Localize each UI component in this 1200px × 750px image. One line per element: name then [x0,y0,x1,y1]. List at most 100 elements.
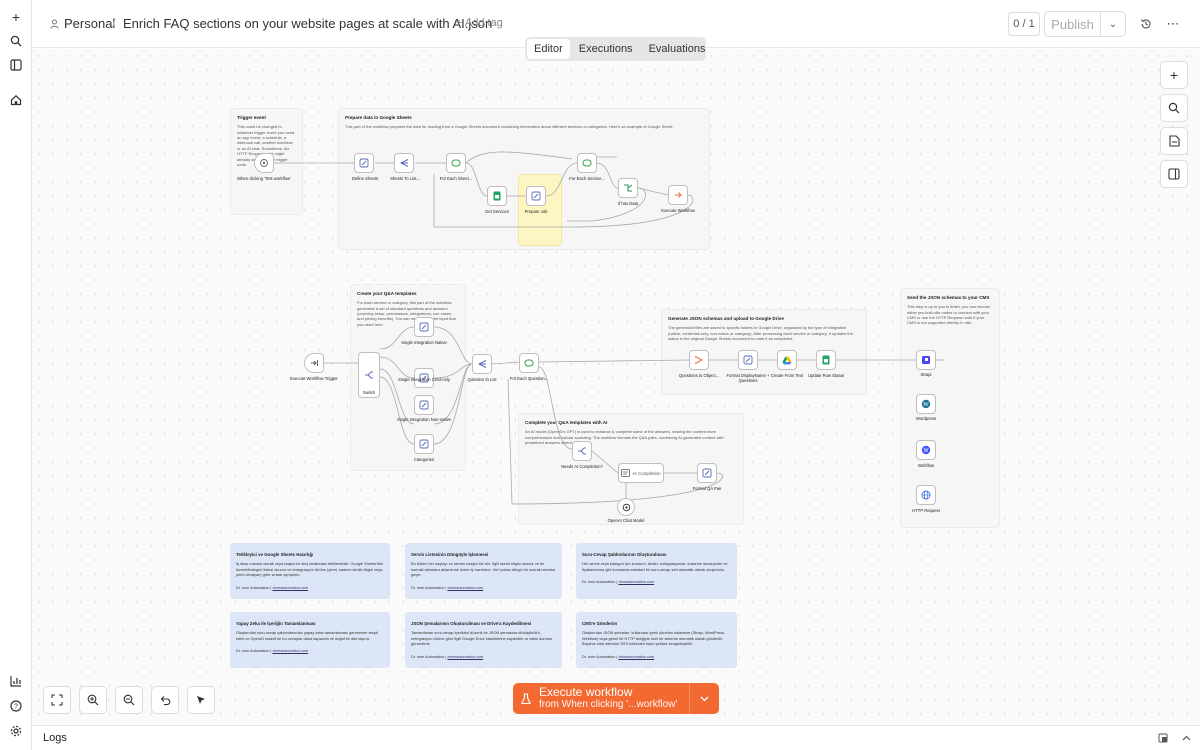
node-execute-workflow[interactable] [668,185,688,205]
node-create-from-text[interactable] [777,350,797,370]
note-card[interactable]: Yapay Zeka ile İçeriğin Tamamlanması Olu… [230,612,390,668]
node-trigger[interactable] [254,153,274,173]
wordpress-icon: W [921,399,931,409]
execute-icon [675,192,682,198]
node-wordpress[interactable]: W [916,394,936,414]
node-label: Execute Workflow [661,208,695,213]
node-webflow[interactable]: W [916,440,936,460]
node-get-services[interactable] [487,186,507,206]
logs-panel[interactable]: Logs [32,725,1200,750]
add-tag-button[interactable]: + Add tag [456,17,503,29]
sign-in-icon [311,360,318,366]
note-card[interactable]: Servis Listesinin Döngüyle İşlenmesi Bu … [405,543,562,599]
webflow-icon: W [921,445,931,455]
globe-icon [921,490,931,500]
note-text: Bu bölüm her sayfayı ve servisi sırayla … [411,561,556,578]
publish-button[interactable]: Publish [1045,12,1101,36]
note-link[interactable]: drnmautomation.com [618,655,654,659]
node-question-to-list[interactable] [472,354,492,374]
note-card[interactable]: JSON Şemalarının Oluşturulması ve Drive'… [405,612,562,668]
node-if-has-data[interactable] [618,178,638,198]
chevron-down-icon[interactable] [689,683,719,714]
note-link[interactable]: drnmautomation.com [447,586,483,590]
tidy-up-button[interactable] [187,686,215,714]
node-sheets-to-list[interactable] [394,153,414,173]
note-link[interactable]: drnmautomation.com [447,655,483,659]
node-strapi[interactable] [916,350,936,370]
help-icon[interactable]: ? [6,696,26,716]
node-http-request[interactable] [916,485,936,505]
node-categories[interactable] [414,434,434,454]
undo-button[interactable] [151,686,179,714]
svg-text:?: ? [14,704,18,711]
node-openai-chat[interactable] [617,498,635,516]
zoom-out-button[interactable] [115,686,143,714]
workflow-title[interactable]: Enrich FAQ sections on your website page… [123,16,492,31]
search-icon[interactable] [6,31,26,51]
gear-icon[interactable] [6,721,26,741]
logs-label: Logs [43,732,67,744]
node-label: Sheets To List... [390,176,420,181]
note-link[interactable]: drnmautomation.com [618,580,654,584]
note-footer-text: Dr. nnm Automation | [582,580,618,585]
more-icon[interactable]: ⋯ [1163,14,1183,34]
note-text: Oluşturulan JSON şemaları, kullanılan iç… [582,630,726,647]
home-icon[interactable] [6,90,26,110]
node-needs-ai[interactable] [572,441,592,461]
tab-editor[interactable]: Editor [527,39,570,59]
zoom-in-button[interactable] [79,686,107,714]
cursor-click-icon [260,159,268,167]
note-card[interactable]: CMS'e Gönderim Oluşturulan JSON şemaları… [576,612,737,668]
split-icon [477,360,487,368]
node-single-native[interactable] [414,317,434,337]
node-label: Update Row Status [807,373,845,378]
note-card[interactable]: Tetikleyici ve Google Sheets Hazırlığı İ… [230,543,390,599]
node-label: For Each Sheet... [439,176,473,181]
node-single-non-native[interactable] [414,395,434,415]
note-card[interactable]: Soru-Cevap Şablonlarının Oluşturulması H… [576,543,737,599]
pencil-icon [419,439,429,449]
sticky-note-button[interactable] [1160,127,1188,155]
pencil-icon [531,191,541,201]
node-exec-trigger[interactable] [304,353,324,373]
search-nodes-button[interactable] [1160,94,1188,122]
toggle-panel-button[interactable] [1160,160,1188,188]
node-for-each-sheet[interactable] [446,153,466,173]
tab-evaluations[interactable]: Evaluations [642,39,713,59]
node-label: Single Integration Cred-only [398,377,450,382]
add-node-button[interactable]: + [1160,61,1188,89]
node-label: For Each Question... [509,376,549,381]
node-for-each-service[interactable] [577,153,597,173]
node-prepare-job[interactable] [526,186,546,206]
file-icon [1168,135,1180,147]
node-format-displayname[interactable] [738,350,758,370]
popout-icon[interactable] [1156,731,1170,745]
note-link[interactable]: drnmautomation.com [272,586,308,590]
node-ai-completion[interactable]: AI Completion [618,463,664,483]
fit-view-button[interactable] [43,686,71,714]
note-footer-text: Dr. nnm Automation | [582,654,618,659]
plus-icon[interactable]: + [6,7,26,27]
breadcrumb-project[interactable]: Personal [50,16,115,31]
chevron-down-icon[interactable]: ⌄ [1101,12,1125,36]
note-link[interactable]: drnmautomation.com [272,649,308,653]
execute-workflow-button[interactable]: Execute workflow from When clicking '...… [513,683,689,714]
chevron-up-icon[interactable] [1179,731,1193,745]
tab-executions[interactable]: Executions [572,39,640,59]
node-update-row-status[interactable] [816,350,836,370]
note-footer: Dr. nnm Automation | drnmautomation.com [411,586,556,591]
note-text: Tamamlanan soru-cevap içerikleri düzenli… [411,630,553,647]
node-define-sheets[interactable] [354,153,374,173]
node-questions-to-object[interactable] [689,350,709,370]
node-label: Strapi [920,372,932,377]
node-inline-label: AI Completion [632,470,661,476]
node-for-each-question[interactable] [519,353,539,373]
node-label: If has Data [617,201,639,206]
fullscreen-icon [51,694,63,706]
flask-icon [521,692,531,704]
panel-icon[interactable] [6,55,26,75]
history-icon[interactable] [1136,14,1156,34]
chart-icon[interactable] [6,671,26,691]
node-format-qa-pair[interactable] [697,463,717,483]
workflow-canvas[interactable]: Trigger event This could be changed to w… [32,49,1200,725]
